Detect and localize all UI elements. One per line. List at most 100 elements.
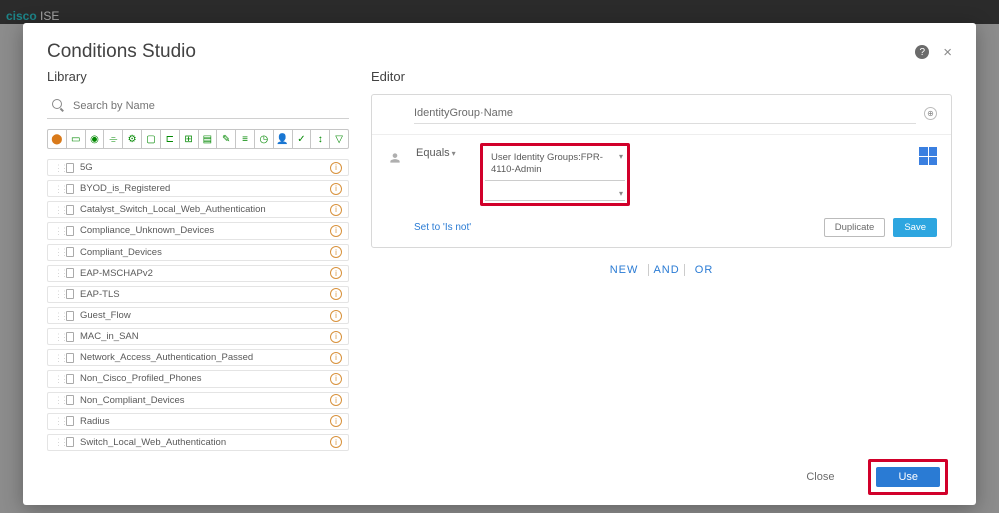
info-icon[interactable]: i xyxy=(330,310,342,322)
info-icon[interactable]: i xyxy=(330,288,342,300)
use-highlight: Use xyxy=(868,459,948,495)
filter-laptop-icon[interactable]: ⊏ xyxy=(161,130,180,148)
library-item[interactable]: 5Gi xyxy=(47,159,349,176)
operator-select[interactable]: Equals▾ xyxy=(416,143,470,161)
library-item-label: Guest_Flow xyxy=(80,310,131,321)
info-icon[interactable]: i xyxy=(330,415,342,427)
new-button[interactable]: NEW xyxy=(606,264,643,276)
info-icon[interactable]: i xyxy=(330,267,342,279)
drag-handle-icon[interactable] xyxy=(54,311,60,321)
additional-value-select[interactable]: ▾ xyxy=(485,185,625,201)
info-icon[interactable]: i xyxy=(330,204,342,216)
filter-building-icon[interactable]: ⊞ xyxy=(180,130,199,148)
info-icon[interactable]: i xyxy=(330,183,342,195)
library-item-label: EAP-TLS xyxy=(80,289,120,300)
info-icon[interactable]: i xyxy=(330,373,342,385)
filter-monitor-icon[interactable]: ▢ xyxy=(142,130,161,148)
identity-icon xyxy=(386,149,404,167)
and-button[interactable]: AND xyxy=(648,264,684,276)
filter-check-icon[interactable]: ✓ xyxy=(293,130,312,148)
library-item-label: Compliant_Devices xyxy=(80,247,162,258)
condition-doc-icon xyxy=(66,395,74,405)
info-icon[interactable]: i xyxy=(330,394,342,406)
info-icon[interactable]: i xyxy=(330,331,342,343)
duplicate-button[interactable]: Duplicate xyxy=(824,218,886,237)
library-label: Library xyxy=(47,69,349,84)
condition-attribute-input[interactable]: IdentityGroup·Name xyxy=(414,103,916,124)
save-condition-icon[interactable]: ⊕ xyxy=(924,107,937,120)
close-button[interactable]: Close xyxy=(806,471,834,483)
use-button[interactable]: Use xyxy=(876,467,940,487)
grid-view-icon[interactable] xyxy=(919,147,937,165)
drag-handle-icon[interactable] xyxy=(54,395,60,405)
drag-handle-icon[interactable] xyxy=(54,416,60,426)
drag-handle-icon[interactable] xyxy=(54,353,60,363)
info-icon[interactable]: i xyxy=(330,246,342,258)
set-is-not-link[interactable]: Set to 'Is not' xyxy=(414,222,471,233)
info-icon[interactable]: i xyxy=(330,436,342,448)
library-item-label: EAP-MSCHAPv2 xyxy=(80,268,153,279)
close-icon[interactable]: × xyxy=(943,44,952,61)
drag-handle-icon[interactable] xyxy=(54,205,60,215)
library-item[interactable]: Non_Compliant_Devices i xyxy=(47,392,349,409)
condition-doc-icon xyxy=(66,163,74,173)
filter-clock-icon[interactable]: ◷ xyxy=(255,130,274,148)
drag-handle-icon[interactable] xyxy=(54,226,60,236)
library-item[interactable]: EAP-MSCHAPv2 i xyxy=(47,265,349,282)
condition-doc-icon xyxy=(66,226,74,236)
filter-filter-icon[interactable]: ▽ xyxy=(330,130,348,148)
library-search-input[interactable] xyxy=(47,94,349,118)
logic-buttons: NEW AND OR xyxy=(371,264,952,276)
library-item[interactable]: MAC_in_SAN i xyxy=(47,328,349,345)
library-item[interactable]: Compliant_Devices i xyxy=(47,244,349,261)
info-icon[interactable]: i xyxy=(330,162,342,174)
condition-doc-icon xyxy=(66,268,74,278)
drag-handle-icon[interactable] xyxy=(54,332,60,342)
drag-handle-icon[interactable] xyxy=(54,289,60,299)
or-button[interactable]: OR xyxy=(691,264,718,276)
drag-handle-icon[interactable] xyxy=(54,247,60,257)
drag-handle-icon[interactable] xyxy=(54,374,60,384)
filter-user-icon[interactable]: 👤 xyxy=(274,130,293,148)
drag-handle-icon[interactable] xyxy=(54,163,60,173)
filter-doc-icon[interactable]: ▤ xyxy=(199,130,218,148)
drag-handle-icon[interactable] xyxy=(54,268,60,278)
filter-location-icon[interactable]: ⬤ xyxy=(48,130,67,148)
save-button[interactable]: Save xyxy=(893,218,937,237)
drag-handle-icon[interactable] xyxy=(54,184,60,194)
drag-handle-icon[interactable] xyxy=(54,437,60,447)
conditions-studio-modal: Conditions Studio ? × Library ⬤ ▭ ◉ ⌯ ⚙ … xyxy=(23,23,976,505)
help-icon[interactable]: ? xyxy=(915,45,929,59)
identity-group-value-select[interactable]: User Identity Groups:FPR-4110-Admin▾ xyxy=(485,148,625,181)
filter-tag-icon[interactable]: ◉ xyxy=(86,130,105,148)
filter-wifi-icon[interactable]: ⌯ xyxy=(104,130,123,148)
condition-doc-icon xyxy=(66,247,74,257)
library-item-label: Network_Access_Authentication_Passed xyxy=(80,352,253,363)
library-item[interactable]: Radius i xyxy=(47,413,349,430)
library-item[interactable]: Guest_Flow i xyxy=(47,307,349,324)
library-item[interactable]: Compliance_Unknown_Devicesi xyxy=(47,222,349,239)
filter-sort-icon[interactable]: ↕ xyxy=(311,130,330,148)
library-item-label: MAC_in_SAN xyxy=(80,331,139,342)
condition-doc-icon xyxy=(66,289,74,299)
library-item[interactable]: Catalyst_Switch_Local_Web_Authentication… xyxy=(47,201,349,218)
info-icon[interactable]: i xyxy=(330,225,342,237)
library-item-label: Non_Compliant_Devices xyxy=(80,395,185,406)
filter-gear-icon[interactable]: ⚙ xyxy=(123,130,142,148)
condition-doc-icon xyxy=(66,374,74,384)
library-item[interactable]: Non_Cisco_Profiled_Phonesi xyxy=(47,370,349,387)
library-item[interactable]: BYOD_is_Registeredi xyxy=(47,180,349,197)
library-item[interactable]: Switch_Local_Web_Authentication i xyxy=(47,434,349,451)
library-item[interactable]: EAP-TLS i xyxy=(47,286,349,303)
filter-badge-icon[interactable]: ▭ xyxy=(67,130,86,148)
library-filter-toolbar: ⬤ ▭ ◉ ⌯ ⚙ ▢ ⊏ ⊞ ▤ ✎ ≡ ◷ 👤 ✓ ↕ ▽ xyxy=(47,129,349,149)
filter-list-icon[interactable]: ≡ xyxy=(236,130,255,148)
library-item-label: Radius xyxy=(80,416,110,427)
editor-label: Editor xyxy=(371,69,952,84)
modal-title: Conditions Studio xyxy=(47,41,196,63)
info-icon[interactable]: i xyxy=(330,352,342,364)
library-item-label: Switch_Local_Web_Authentication xyxy=(80,437,226,448)
library-item[interactable]: Network_Access_Authentication_Passed i xyxy=(47,349,349,366)
filter-pencil-icon[interactable]: ✎ xyxy=(217,130,236,148)
library-list: 5Gi BYOD_is_Registeredi Catalyst_Switch_Lo… xyxy=(47,159,349,451)
